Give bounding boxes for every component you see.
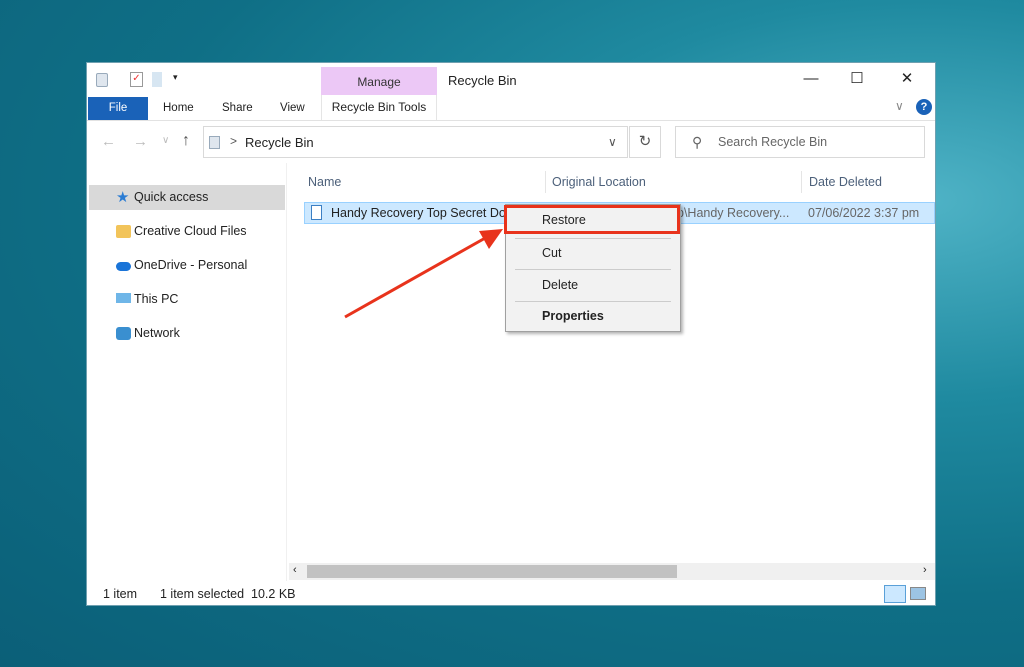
- file-name: Handy Recovery Top Secret Do: [331, 206, 506, 220]
- search-input[interactable]: ⚲ Search Recycle Bin: [675, 126, 925, 158]
- context-menu: Restore Cut Delete Properties: [504, 204, 681, 332]
- properties-icon[interactable]: ✓: [130, 72, 143, 87]
- tab-home[interactable]: Home: [163, 97, 194, 120]
- refresh-button[interactable]: ↻: [629, 126, 661, 158]
- customize-toolbar-icon[interactable]: ▾: [173, 72, 178, 83]
- cloud-icon: [116, 262, 131, 271]
- breadcrumb-separator: >: [230, 134, 238, 148]
- sidebar-item-network[interactable]: Network: [89, 321, 285, 346]
- sidebar-item-label: Network: [134, 326, 180, 340]
- sidebar-item-label: Quick access: [134, 190, 209, 204]
- scroll-right-icon[interactable]: ›: [923, 564, 927, 576]
- selection-info: 1 item selected 10.2 KB: [160, 587, 296, 601]
- tab-file[interactable]: File: [88, 97, 148, 120]
- forward-button[interactable]: →: [133, 133, 148, 150]
- sidebar-item-label: OneDrive - Personal: [134, 258, 248, 272]
- sidebar-item-quick-access[interactable]: ★ Quick access: [89, 185, 285, 210]
- recycle-bin-icon: [96, 73, 108, 87]
- menu-item-properties[interactable]: Properties: [506, 303, 680, 329]
- sidebar-item-onedrive[interactable]: OneDrive - Personal: [89, 253, 285, 278]
- sidebar-item-this-pc[interactable]: This PC: [89, 287, 285, 312]
- sidebar-item-label: This PC: [134, 292, 179, 306]
- close-button[interactable]: ✕: [884, 63, 930, 95]
- menu-separator: [515, 301, 671, 302]
- column-header-name[interactable]: Name: [302, 171, 546, 193]
- folder-icon: [116, 225, 131, 238]
- item-count: 1 item: [103, 587, 138, 601]
- computer-icon: [116, 293, 131, 303]
- sidebar-item-label: Creative Cloud Files: [134, 224, 247, 238]
- breadcrumb-recycle-bin[interactable]: Recycle Bin: [245, 135, 314, 150]
- navigation-pane: ★ Quick access Creative Cloud Files OneDr…: [87, 163, 287, 581]
- file-original-location: p\Handy Recovery...: [677, 206, 790, 220]
- horizontal-scrollbar[interactable]: ‹ ›: [289, 563, 935, 580]
- large-icons-view-button[interactable]: [910, 587, 926, 600]
- recent-locations-button[interactable]: ∨: [162, 135, 169, 146]
- menu-separator: [515, 269, 671, 270]
- help-icon[interactable]: ?: [916, 99, 932, 115]
- search-icon: ⚲: [692, 134, 703, 150]
- address-bar[interactable]: > Recycle Bin ∨ ↻: [203, 126, 661, 158]
- star-icon: ★: [116, 189, 130, 206]
- manage-tab-group: Manage: [321, 67, 437, 95]
- column-header-date-deleted[interactable]: Date Deleted: [803, 171, 935, 193]
- minimize-button[interactable]: —: [788, 63, 834, 95]
- file-explorer-window: ✓ ▾ Manage Recycle Bin — ☐ ✕ File Home S…: [86, 62, 936, 606]
- title-bar: ✓ ▾ Manage Recycle Bin — ☐ ✕: [87, 63, 935, 95]
- document-icon: [311, 205, 322, 220]
- up-button[interactable]: ↑: [182, 132, 190, 150]
- restore-highlight-box: [504, 205, 680, 234]
- column-header-original-location[interactable]: Original Location: [546, 171, 802, 193]
- menu-item-delete[interactable]: Delete: [506, 272, 680, 298]
- recycle-bin-icon: [209, 136, 220, 149]
- tab-view[interactable]: View: [280, 97, 305, 120]
- details-view-button[interactable]: [884, 585, 906, 603]
- file-date-deleted: 07/06/2022 3:37 pm: [808, 206, 920, 220]
- window-title: Recycle Bin: [448, 73, 517, 88]
- scroll-left-icon[interactable]: ‹: [293, 564, 297, 576]
- menu-separator: [515, 238, 671, 239]
- network-icon: [116, 327, 131, 340]
- sidebar-item-creative-cloud[interactable]: Creative Cloud Files: [89, 219, 285, 244]
- new-folder-icon[interactable]: [152, 72, 162, 87]
- tab-share[interactable]: Share: [222, 97, 253, 120]
- expand-ribbon-icon[interactable]: ∨: [895, 99, 904, 113]
- ribbon-divider: [87, 120, 935, 121]
- address-dropdown-button[interactable]: ∨: [608, 135, 617, 149]
- back-button[interactable]: ←: [101, 133, 116, 150]
- menu-item-cut[interactable]: Cut: [506, 240, 680, 266]
- tab-recycle-bin-tools[interactable]: Recycle Bin Tools: [321, 95, 437, 120]
- status-bar: 1 item 1 item selected 10.2 KB: [87, 581, 935, 607]
- annotation-arrow: [344, 229, 503, 319]
- maximize-button[interactable]: ☐: [834, 63, 880, 95]
- scrollbar-thumb[interactable]: [307, 565, 677, 578]
